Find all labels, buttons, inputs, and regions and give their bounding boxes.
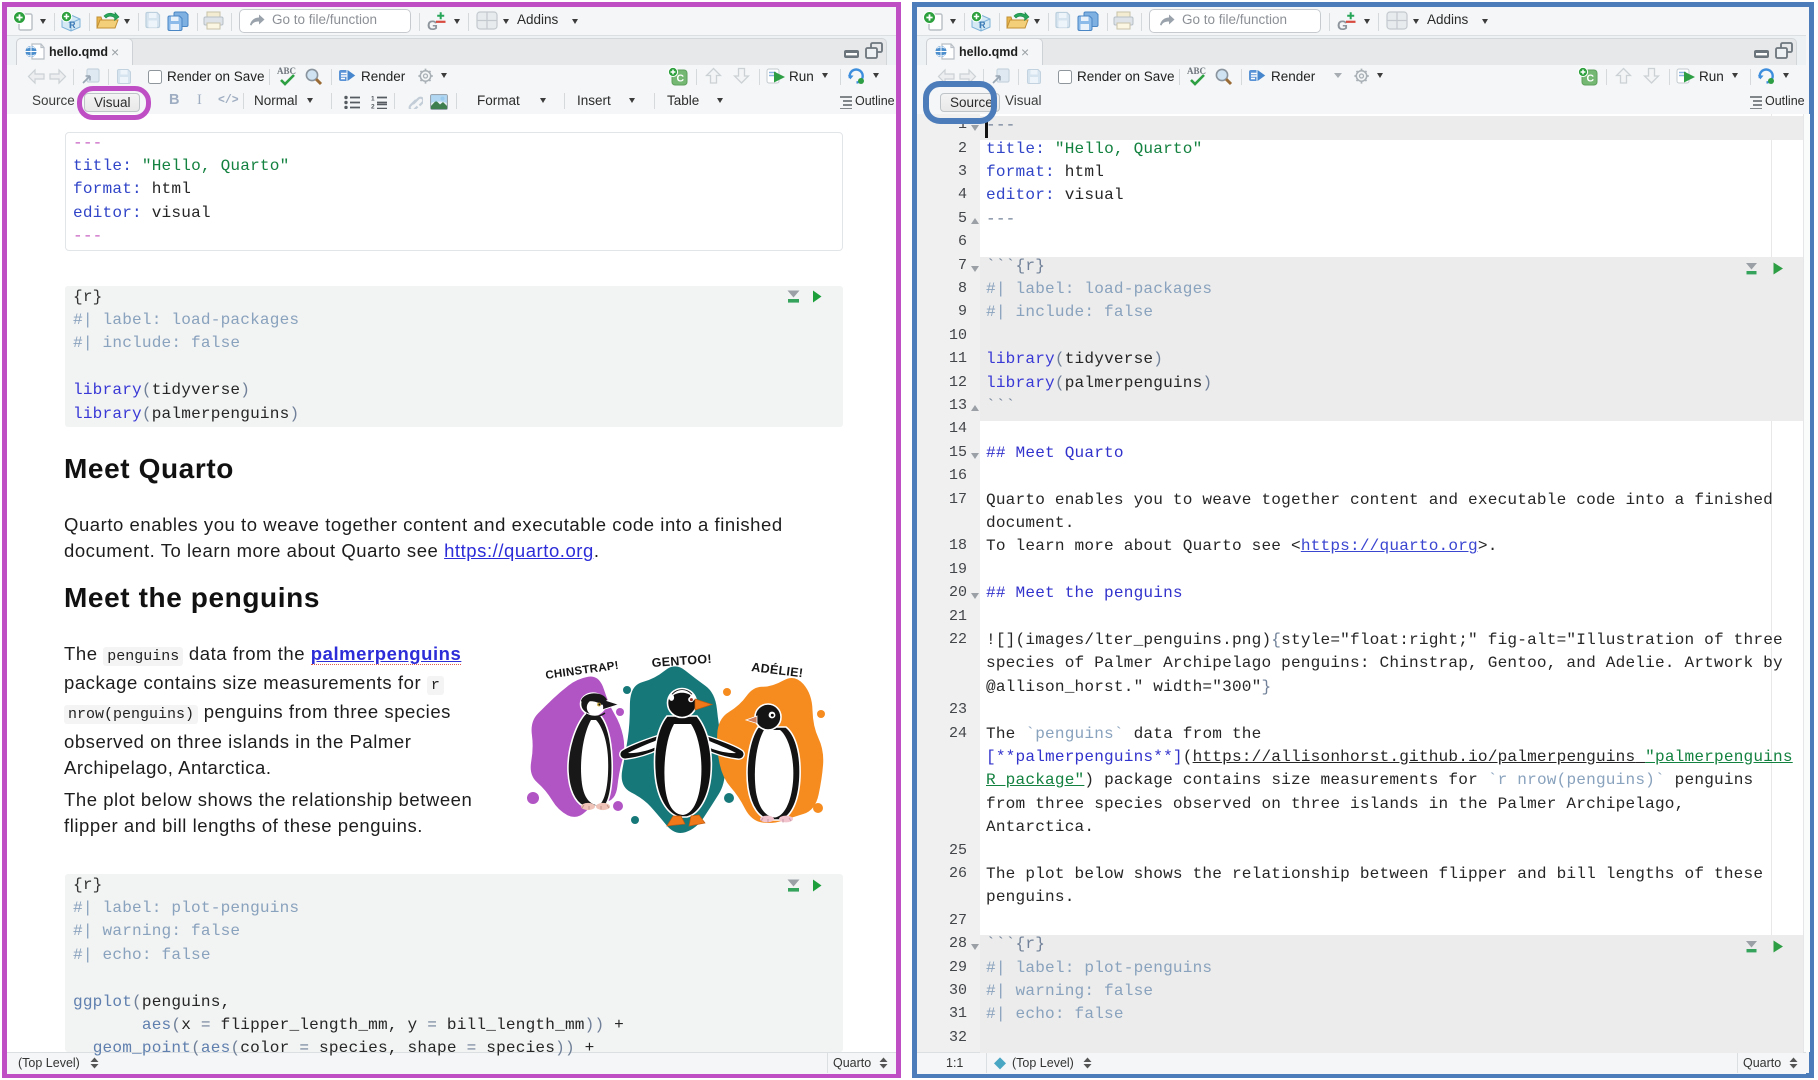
svg-text:C: C — [677, 73, 685, 85]
svg-text:ADÉLIE!: ADÉLIE! — [751, 659, 805, 680]
svg-text:G: G — [1337, 17, 1348, 31]
svg-text:R: R — [69, 20, 76, 30]
svg-text:G: G — [427, 17, 438, 31]
svg-text:1: 1 — [371, 96, 375, 103]
svg-text:R: R — [979, 20, 986, 30]
svg-text:2: 2 — [371, 104, 375, 110]
svg-text:C: C — [1587, 73, 1595, 85]
svg-text:GENTOO!: GENTOO! — [651, 652, 712, 670]
